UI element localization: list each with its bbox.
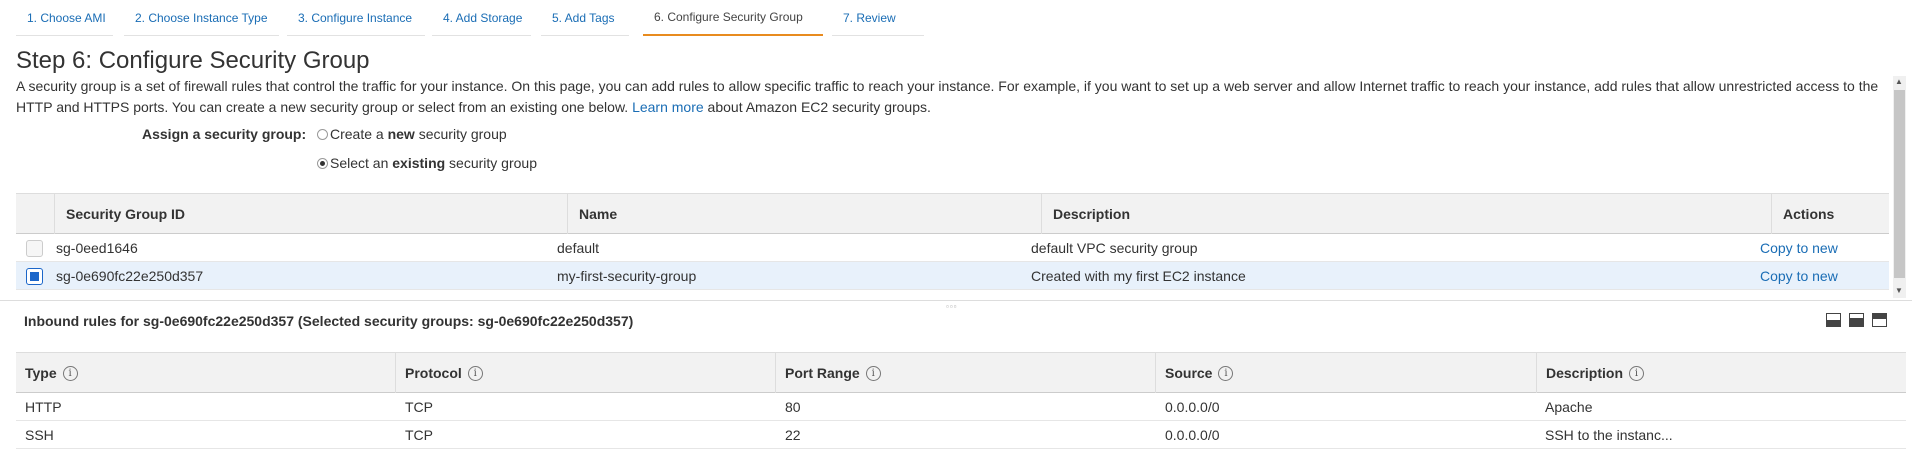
- security-group-description: default VPC security group: [1031, 240, 1198, 256]
- rule-protocol: TCP: [405, 399, 433, 415]
- description-suffix: about Amazon EC2 security groups.: [707, 99, 931, 115]
- tab-label: 7. Review: [843, 10, 896, 25]
- table-row[interactable]: sg-0eed1646 default default VPC security…: [16, 234, 1889, 262]
- scroll-down-icon[interactable]: ▼: [1895, 286, 1903, 295]
- tab-configure-security-group[interactable]: 6. Configure Security Group: [643, 0, 823, 36]
- pane-split-icon[interactable]: [1849, 313, 1864, 327]
- table-header: Type i Protocol i Port Range i Source i Desc…: [16, 352, 1906, 393]
- pane-bottom-icon[interactable]: [1826, 313, 1841, 327]
- row-checkbox-cell: [26, 234, 43, 262]
- info-icon[interactable]: i: [1218, 365, 1234, 381]
- column-protocol: Protocol i: [395, 353, 775, 393]
- rule-type: SSH: [25, 427, 54, 443]
- column-label: Protocol: [405, 365, 462, 381]
- security-group-description: Created with my first EC2 instance: [1031, 268, 1246, 284]
- rule-description: Apache: [1545, 399, 1593, 415]
- security-group-name: default: [557, 240, 600, 256]
- copy-to-new-link[interactable]: Copy to new: [1760, 234, 1838, 262]
- rule-type: HTTP: [25, 399, 62, 415]
- tab-label: 4. Add Storage: [443, 10, 523, 25]
- column-label: Port Range: [785, 365, 860, 381]
- security-group-name: my-first-security-group: [557, 268, 697, 284]
- column-name[interactable]: Name: [567, 194, 1041, 234]
- tab-label: 3. Configure Instance: [298, 10, 413, 25]
- learn-more-link[interactable]: Learn more: [632, 99, 704, 115]
- radio-label-text: Create a: [330, 126, 388, 142]
- security-group-id: sg-0eed1646: [56, 240, 138, 256]
- info-icon[interactable]: i: [62, 365, 78, 381]
- assign-security-group-label: Assign a security group:: [142, 126, 307, 142]
- info-icon[interactable]: i: [865, 365, 881, 381]
- tab-add-storage[interactable]: 4. Add Storage: [432, 0, 531, 36]
- wizard-tabs: 1. Choose AMI 2. Choose Instance Type 3.…: [0, 0, 1912, 36]
- column-description[interactable]: Description: [1041, 194, 1771, 234]
- tab-label: 2. Choose Instance Type: [135, 10, 268, 25]
- security-group-id: sg-0e690fc22e250d357: [56, 268, 204, 284]
- security-group-table: Security Group ID Name Description Actio…: [16, 193, 1889, 290]
- radio-create-new[interactable]: Create a new security group: [317, 126, 507, 142]
- pane-top-icon[interactable]: [1872, 313, 1887, 327]
- column-label: Description: [1546, 365, 1624, 381]
- info-icon[interactable]: i: [467, 365, 483, 381]
- table-row[interactable]: sg-0e690fc22e250d357 my-first-security-g…: [16, 262, 1889, 290]
- copy-to-new-link[interactable]: Copy to new: [1760, 262, 1838, 290]
- rule-protocol: TCP: [405, 427, 433, 443]
- radio-label-text: security group: [445, 155, 537, 171]
- tab-label: 5. Add Tags: [552, 10, 615, 25]
- radio-label: Create a new security group: [330, 126, 507, 142]
- tab-add-tags[interactable]: 5. Add Tags: [541, 0, 629, 36]
- inbound-rules-table: Type i Protocol i Port Range i Source i Desc…: [16, 352, 1906, 449]
- rule-source: 0.0.0.0/0: [1165, 427, 1220, 443]
- row-checkbox-cell: [26, 262, 43, 290]
- tab-review[interactable]: 7. Review: [832, 0, 924, 36]
- radio-label-text: security group: [414, 126, 507, 142]
- tab-label: 1. Choose AMI: [27, 10, 106, 25]
- page-description: A security group is a set of firewall ru…: [16, 76, 1891, 118]
- column-description: Description i: [1536, 353, 1906, 393]
- rule-port-range: 80: [785, 399, 801, 415]
- radio-button[interactable]: [317, 128, 328, 140]
- column-security-group-id[interactable]: Security Group ID: [54, 194, 567, 234]
- radio-label-text: Select an: [330, 155, 393, 171]
- table-header: Security Group ID Name Description Actio…: [16, 194, 1889, 234]
- scrollbar-thumb[interactable]: [1894, 90, 1905, 278]
- description-text: A security group is a set of firewall ru…: [16, 78, 1879, 115]
- column-actions: Actions: [1771, 194, 1889, 234]
- table-row: HTTP TCP 80 0.0.0.0/0 Apache: [16, 393, 1906, 421]
- radio-button[interactable]: [317, 157, 328, 169]
- column-label: Type: [25, 365, 57, 381]
- tab-configure-instance[interactable]: 3. Configure Instance: [287, 0, 425, 36]
- column-port-range: Port Range i: [775, 353, 1155, 393]
- select-column-header: [16, 194, 54, 234]
- radio-label: Select an existing security group: [330, 155, 537, 171]
- radio-label-bold: existing: [392, 155, 446, 171]
- info-icon[interactable]: i: [1629, 365, 1645, 381]
- rule-source: 0.0.0.0/0: [1165, 399, 1220, 415]
- page-title: Step 6: Configure Security Group: [16, 47, 370, 74]
- table-row: SSH TCP 22 0.0.0.0/0 SSH to the instanc.…: [16, 421, 1906, 449]
- column-type: Type i: [16, 353, 395, 393]
- tab-choose-instance-type[interactable]: 2. Choose Instance Type: [124, 0, 279, 36]
- tab-label: 6. Configure Security Group: [654, 10, 803, 24]
- row-checkbox[interactable]: [26, 239, 43, 257]
- pane-layout-controls: [1826, 313, 1887, 327]
- scroll-up-icon[interactable]: ▲: [1895, 77, 1903, 86]
- row-checkbox[interactable]: [26, 267, 43, 285]
- radio-select-existing[interactable]: Select an existing security group: [317, 155, 537, 171]
- column-label: Source: [1165, 365, 1213, 381]
- step-content: Step 6: Configure Security Group A secur…: [16, 46, 1886, 118]
- resize-grip-icon[interactable]: ▫▫▫: [946, 302, 958, 311]
- inbound-rules-title: Inbound rules for sg-0e690fc22e250d357 (…: [24, 313, 634, 329]
- column-source: Source i: [1155, 353, 1536, 393]
- radio-label-bold: new: [387, 126, 415, 142]
- rule-port-range: 22: [785, 427, 801, 443]
- tab-choose-ami[interactable]: 1. Choose AMI: [16, 0, 113, 36]
- vertical-scrollbar[interactable]: ▲ ▼: [1893, 76, 1906, 298]
- rule-description: SSH to the instanc...: [1545, 427, 1673, 443]
